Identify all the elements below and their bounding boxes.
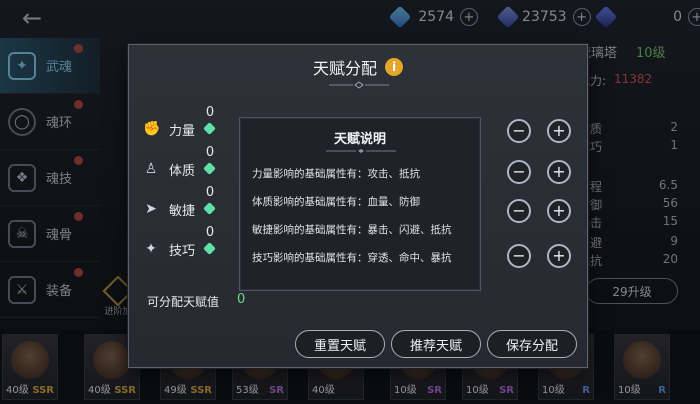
gem-icon <box>203 202 216 215</box>
attribute-value: 0 <box>205 225 215 240</box>
attribute-constitution: ♙ 体质 0 <box>141 145 233 179</box>
attribute-label: 体质 <box>169 164 196 179</box>
talent-allocation-dialog: 天赋分配 i ✊ 力量 0 ♙ 体质 0 ➤ 敏捷 0 ✦ 技巧 0 天赋说明 <box>128 44 588 368</box>
explanation-line: 敏捷影响的基础属性有：暴击、闪避、抵抗 <box>252 224 452 236</box>
attribute-value: 0 <box>205 105 215 120</box>
title-ornament-icon <box>329 81 389 89</box>
skill-increase-button[interactable]: + <box>547 244 571 268</box>
available-points-label: 可分配天赋值 <box>147 295 220 309</box>
attribute-label: 技巧 <box>169 244 196 259</box>
strength-increase-button[interactable]: + <box>547 119 571 143</box>
agility-decrease-button[interactable]: − <box>507 199 531 223</box>
attribute-value: 0 <box>205 185 215 200</box>
dialog-header: 天赋分配 i <box>129 55 587 79</box>
skill-decrease-button[interactable]: − <box>507 244 531 268</box>
dialog-title: 天赋分配 <box>312 59 377 78</box>
constitution-icon: ♙ <box>144 161 158 177</box>
constitution-decrease-button[interactable]: − <box>507 160 531 184</box>
save-allocation-button[interactable]: 保存分配 <box>487 330 577 358</box>
gem-icon <box>203 122 216 135</box>
attribute-label: 敏捷 <box>169 204 196 219</box>
divider-ornament-icon <box>326 149 396 153</box>
agility-increase-button[interactable]: + <box>547 199 571 223</box>
skill-icon: ✦ <box>145 241 157 257</box>
attribute-label: 力量 <box>169 124 196 139</box>
reset-talent-button[interactable]: 重置天赋 <box>295 330 385 358</box>
attribute-skill: ✦ 技巧 0 <box>141 225 233 259</box>
explanation-line: 力量影响的基础属性有：攻击、抵抗 <box>252 168 420 180</box>
attribute-strength: ✊ 力量 0 <box>141 105 233 139</box>
agility-icon: ➤ <box>145 201 157 217</box>
explanation-title: 天赋说明 <box>333 132 386 147</box>
explanation-line: 技巧影响的基础属性有：穿透、命中、暴抗 <box>252 252 452 264</box>
gem-icon <box>203 242 216 255</box>
constitution-increase-button[interactable]: + <box>547 160 571 184</box>
available-points-value: 0 <box>237 292 246 307</box>
explanation-line: 体质影响的基础属性有：血量、防御 <box>252 196 420 208</box>
talent-explanation-panel: 天赋说明 力量影响的基础属性有：攻击、抵抗 体质影响的基础属性有：血量、防御 敏… <box>239 117 481 291</box>
attribute-agility: ➤ 敏捷 0 <box>141 185 233 219</box>
gem-icon <box>203 162 216 175</box>
strength-decrease-button[interactable]: − <box>507 119 531 143</box>
info-icon[interactable]: i <box>385 58 403 76</box>
attribute-value: 0 <box>205 145 215 160</box>
strength-icon: ✊ <box>143 121 161 137</box>
recommend-talent-button[interactable]: 推荐天赋 <box>391 330 481 358</box>
